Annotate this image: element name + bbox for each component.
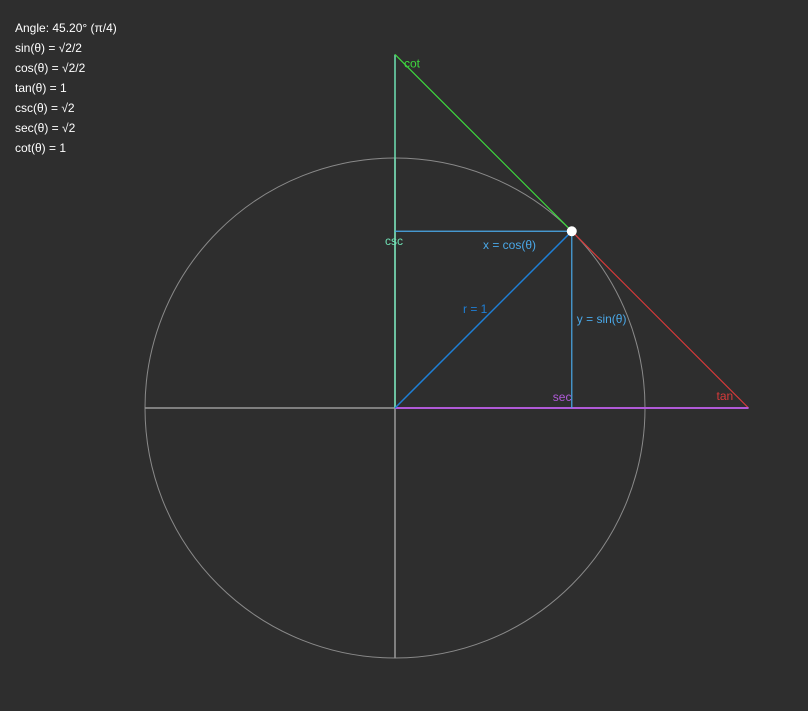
unit-circle-stage: Angle: 45.20° (π/4) sin(θ) = √2/2 cos(θ)…: [0, 0, 808, 711]
sec-label: sec: [553, 390, 572, 404]
angle-point-handle[interactable]: [566, 226, 577, 237]
cos-label: x = cos(θ): [483, 238, 536, 252]
unit-circle-diagram: cot csc x = cos(θ) r = 1 y = sin(θ) sec …: [144, 54, 749, 659]
radius-label: r = 1: [463, 302, 488, 316]
cot-segment: [394, 54, 573, 232]
radius-segment: [394, 230, 573, 409]
sin-label: y = sin(θ): [577, 312, 627, 326]
tan-label: tan: [717, 389, 734, 403]
csc-label: csc: [385, 234, 403, 248]
cot-label: cot: [404, 56, 421, 70]
